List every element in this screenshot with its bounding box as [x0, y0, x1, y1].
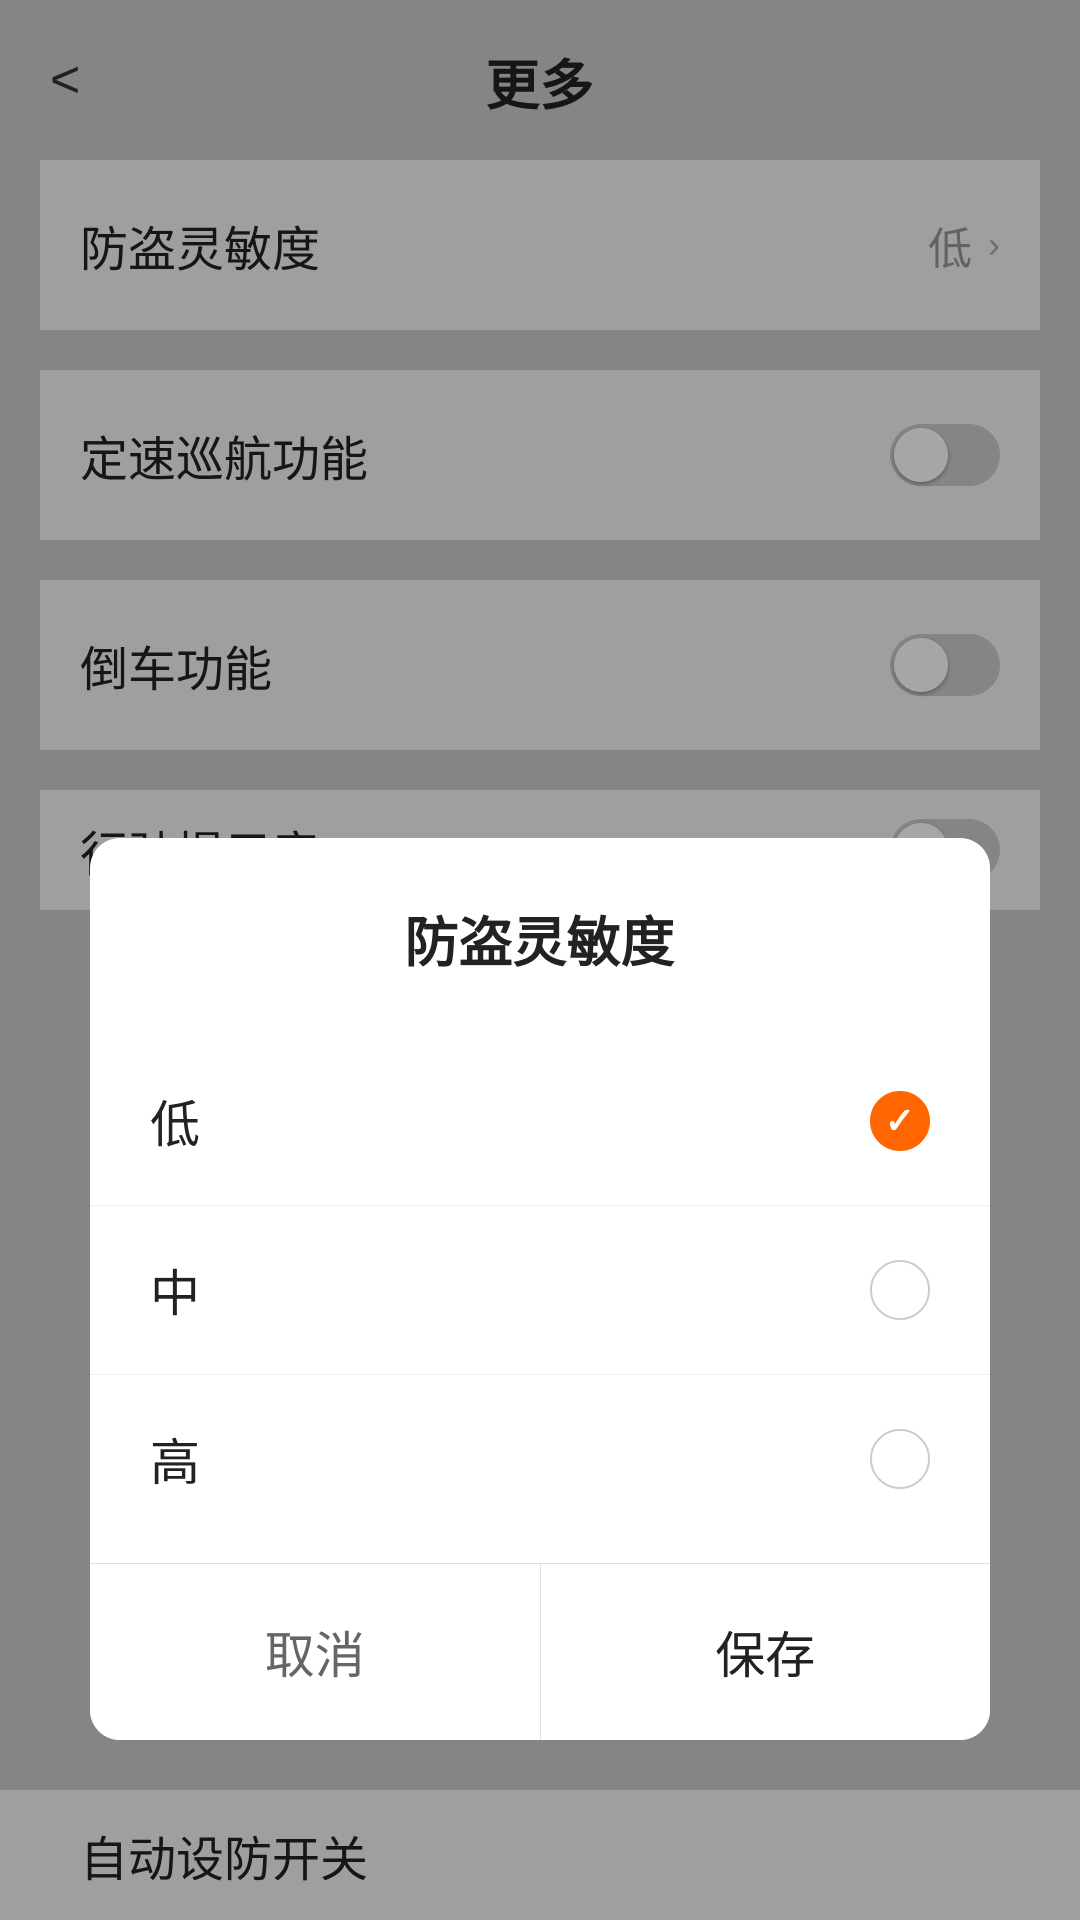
dialog-title: 防盗灵敏度	[90, 838, 990, 1017]
save-button[interactable]: 保存	[541, 1564, 991, 1740]
dialog-options: 低 中 高	[90, 1017, 990, 1563]
theft-sensitivity-dialog: 防盗灵敏度 低 中 高 取消 保存	[90, 838, 990, 1740]
option-high-radio[interactable]	[870, 1429, 930, 1489]
option-low-radio[interactable]	[870, 1091, 930, 1151]
option-low[interactable]: 低	[90, 1037, 990, 1206]
option-medium[interactable]: 中	[90, 1206, 990, 1375]
option-high-label: 高	[150, 1423, 200, 1495]
option-medium-label: 中	[150, 1254, 200, 1326]
option-medium-radio[interactable]	[870, 1260, 930, 1320]
cancel-button[interactable]: 取消	[90, 1564, 541, 1740]
option-high[interactable]: 高	[90, 1375, 990, 1543]
dialog-buttons: 取消 保存	[90, 1563, 990, 1740]
option-low-label: 低	[150, 1085, 200, 1157]
